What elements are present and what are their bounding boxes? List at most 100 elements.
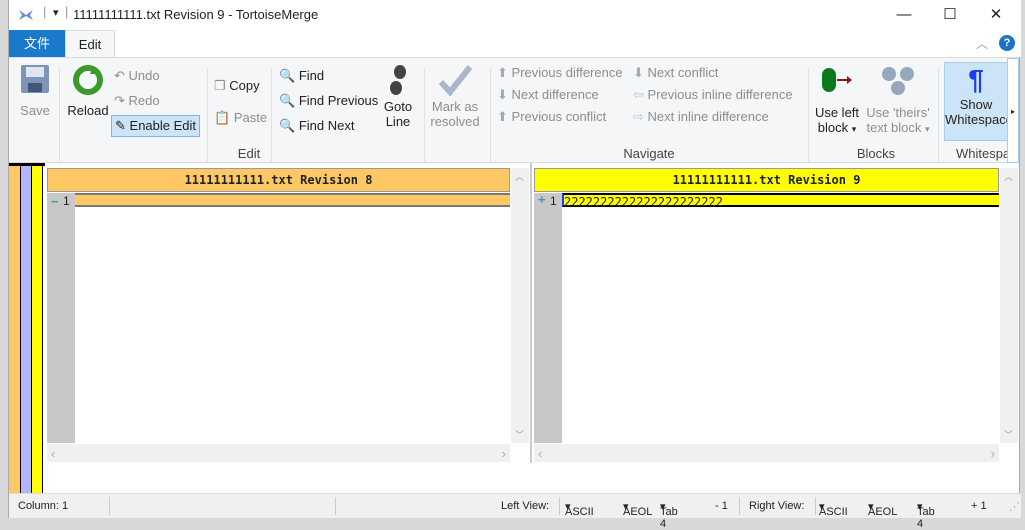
left-encoding-dropdown[interactable]: ASCII ▾ — [565, 500, 594, 518]
minimize-button[interactable]: — — [881, 0, 927, 30]
separator — [808, 68, 809, 162]
divider: | — [43, 4, 47, 19]
left-view-label: Left View: — [501, 500, 550, 512]
use-theirs-block-icon — [882, 67, 914, 95]
edit-pencil-icon: ✎ — [115, 118, 126, 133]
right-encoding-dropdown[interactable]: ASCII ▾ — [819, 500, 848, 518]
right-eol-dropdown[interactable]: AEOL ▾ — [868, 500, 897, 518]
copy-icon: ❐ — [214, 78, 226, 93]
line-number: 1 — [550, 194, 557, 208]
right-line-count: + 1 — [971, 500, 987, 512]
dropdown-arrow-icon: ▾ — [925, 124, 930, 134]
close-button[interactable]: ✕ — [973, 0, 1019, 30]
right-view-label: Right View: — [749, 500, 805, 512]
group-label-navigate: Navigate — [623, 146, 675, 161]
quick-access-dropdown-icon[interactable]: ▾ — [53, 6, 59, 19]
horizontal-scrollbar[interactable]: ‹ › — [534, 444, 999, 462]
right-view[interactable]: 11111111111.txt Revision 9 + 1 222222222… — [532, 163, 1019, 463]
window-title: 11111111111.txt Revision 9 - TortoiseMer… — [73, 7, 319, 22]
diff-line[interactable]: 2222222222222222222222 — [562, 193, 999, 209]
status-bar: Column: 1 Left View: ASCII ▾ AEOL ▾ Tab … — [9, 493, 1021, 530]
group-label-edit: Edit — [237, 146, 261, 161]
tab-file[interactable]: 文件 — [9, 30, 65, 57]
search-icon: 🔍 — [279, 93, 296, 108]
group-label-whitespace: Whitespace — [956, 146, 1008, 161]
tab-edit[interactable]: Edit — [65, 30, 115, 57]
copy-button[interactable]: ❐ Copy — [214, 78, 260, 94]
undo-icon: ↶ — [114, 68, 125, 83]
reload-button[interactable]: Reload — [65, 64, 111, 118]
left-tab-dropdown[interactable]: Tab 4 ▾ — [660, 500, 678, 530]
vertical-scrollbar[interactable]: ︿ ﹀ — [511, 168, 529, 443]
next-conflict-button[interactable]: ⬇ Next conflict — [633, 65, 718, 81]
divider: | — [65, 4, 69, 19]
left-view-header: 11111111111.txt Revision 8 — [47, 168, 510, 192]
maximize-button[interactable]: ☐ — [927, 0, 973, 30]
search-icon: 🔍 — [279, 68, 296, 83]
use-left-block-icon — [822, 68, 852, 92]
collapse-ribbon-icon[interactable]: ︿ — [976, 35, 988, 52]
left-eol-dropdown[interactable]: AEOL ▾ — [623, 500, 652, 518]
diff-line[interactable] — [75, 193, 510, 207]
line-number: 1 — [63, 194, 70, 208]
search-icon: 🔍 — [279, 118, 296, 133]
reload-icon — [73, 65, 103, 95]
ribbon-scroll-right-button[interactable]: ▸ — [1007, 58, 1019, 163]
arrow-left-icon: ⇦ — [633, 87, 644, 102]
right-tab-dropdown[interactable]: Tab 4 ▾ — [917, 500, 935, 530]
use-left-block-button[interactable]: Use left block ▾ — [811, 66, 863, 135]
line-number-gutter: + 1 — [534, 192, 562, 443]
arrow-up-icon: ⬆ — [497, 65, 508, 80]
location-bar-left — [9, 166, 20, 496]
paste-icon: 📋 — [214, 110, 231, 125]
footprints-icon — [390, 65, 406, 95]
find-next-button[interactable]: 🔍 Find Next — [279, 118, 354, 134]
left-view[interactable]: 11111111111.txt Revision 8 − 1 ︿ ﹀ ‹ › — [45, 163, 530, 463]
line-number-gutter: − 1 — [47, 193, 75, 443]
save-icon — [21, 65, 49, 93]
arrow-down-icon: ⬇ — [633, 65, 644, 80]
ribbon-tabs: 文件 Edit ︿ ? — [9, 30, 1021, 57]
paste-button[interactable]: 📋 Paste — [214, 110, 267, 126]
show-whitespace-button[interactable]: ¶ Show Whitespace — [944, 62, 1008, 141]
title-bar: | ▾ | 11111111111.txt Revision 9 - Torto… — [9, 0, 1021, 30]
goto-line-button[interactable]: Goto Line — [379, 64, 417, 129]
removed-line-icon: − — [51, 194, 59, 209]
group-label-blocks: Blocks — [856, 146, 896, 161]
column-indicator: Column: 1 — [18, 500, 69, 512]
previous-difference-button[interactable]: ⬆ Previous difference — [497, 65, 623, 81]
previous-conflict-button[interactable]: ⬆ Previous conflict — [497, 109, 606, 125]
dropdown-arrow-icon: ▾ — [851, 124, 857, 134]
redo-button[interactable]: ↷ Redo — [114, 93, 160, 109]
undo-button[interactable]: ↶ Undo — [114, 68, 160, 84]
added-line-icon: + — [538, 192, 546, 207]
enable-edit-button[interactable]: ✎ Enable Edit — [111, 115, 201, 137]
separator — [59, 68, 60, 162]
tortoisemerge-window: | ▾ | 11111111111.txt Revision 9 - Torto… — [8, 0, 1021, 530]
save-button[interactable]: Save — [17, 64, 53, 118]
use-theirs-text-block-button[interactable]: Use 'theirs' text block ▾ — [863, 66, 933, 135]
ribbon: Save Reload ↶ Undo ↷ Redo ✎ Enable Edit … — [9, 57, 1019, 163]
previous-inline-difference-button[interactable]: ⇦ Previous inline difference — [633, 87, 793, 103]
help-icon[interactable]: ? — [999, 35, 1015, 51]
checkmark-icon — [438, 65, 473, 97]
pane-splitter[interactable] — [530, 163, 532, 463]
find-previous-button[interactable]: 🔍 Find Previous — [279, 93, 378, 109]
separator — [207, 68, 208, 162]
next-inline-difference-button[interactable]: ⇨ Next inline difference — [633, 109, 769, 125]
mark-as-resolved-button[interactable]: Mark as resolved — [427, 64, 483, 129]
pilcrow-icon: ¶ — [968, 64, 984, 95]
location-bar-right — [32, 166, 43, 496]
right-view-header: 11111111111.txt Revision 9 — [534, 168, 999, 192]
location-bar[interactable] — [9, 163, 45, 496]
arrow-down-icon: ⬇ — [497, 87, 508, 102]
next-difference-button[interactable]: ⬇ Next difference — [497, 87, 599, 103]
arrow-up-icon: ⬆ — [497, 109, 508, 124]
vertical-scrollbar[interactable]: ︿ ﹀ — [1000, 168, 1018, 443]
horizontal-scrollbar[interactable]: ‹ › — [47, 444, 510, 462]
redo-icon: ↷ — [114, 93, 125, 108]
resize-grip-icon[interactable]: ⋰ — [1009, 500, 1020, 513]
find-button[interactable]: 🔍 Find — [279, 68, 324, 84]
arrow-right-icon: ⇨ — [633, 109, 644, 124]
separator — [490, 68, 491, 162]
